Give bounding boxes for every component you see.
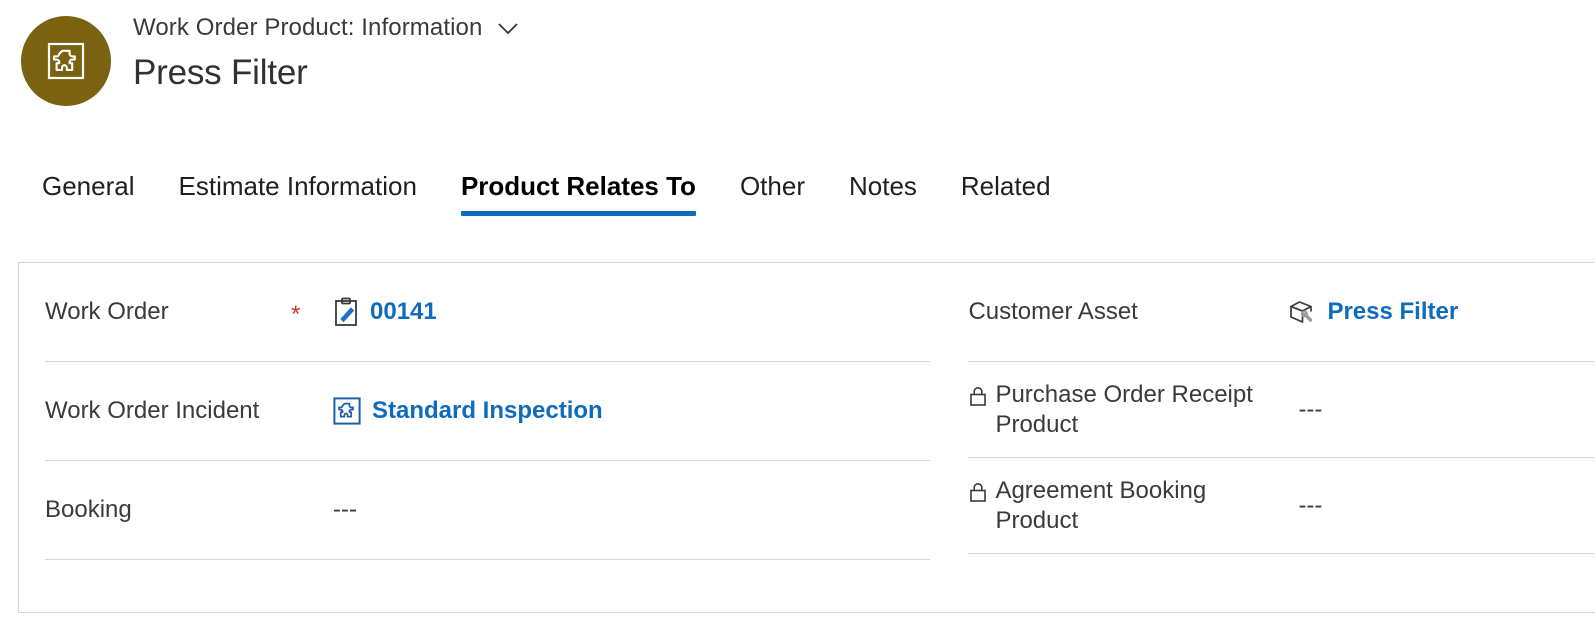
required-marker: * [291, 301, 301, 328]
field-value-work-order[interactable]: 00141 [333, 297, 437, 327]
work-order-link[interactable]: 00141 [370, 297, 437, 327]
active-tab-indicator [460, 211, 696, 216]
customer-asset-link[interactable]: Press Filter [1327, 297, 1458, 327]
page-title: Press Filter [133, 53, 308, 92]
tab-label: Estimate Information [178, 171, 417, 201]
field-row-agreement-booking-product: Agreement Booking Product --- [968, 458, 1595, 554]
tab-label: General [42, 171, 135, 201]
form-column-left: Work Order * 00141 Work Order Incident S… [19, 263, 931, 612]
field-value-agreement-booking-product: --- [1298, 491, 1323, 519]
required-marker-placeholder [291, 507, 333, 513]
chevron-down-icon[interactable] [495, 15, 521, 41]
field-row-booking: Booking --- [45, 461, 931, 560]
record-header: Work Order Product: Information Press Fi… [0, 0, 1595, 150]
field-value-booking[interactable]: --- [333, 495, 357, 525]
field-label-purchase-order-receipt-product: Purchase Order Receipt Product [968, 380, 1258, 440]
field-value-customer-asset[interactable]: Press Filter [1286, 297, 1458, 327]
field-label-work-order: Work Order [45, 298, 169, 325]
tab-product-relates-to[interactable]: Product Relates To [439, 166, 718, 216]
lock-icon [968, 385, 988, 415]
field-label-work-order-incident: Work Order Incident [45, 397, 260, 424]
incident-puzzle-icon [333, 397, 361, 425]
tab-label: Notes [848, 171, 917, 201]
record-avatar [21, 16, 111, 106]
field-row-purchase-order-receipt-product: Purchase Order Receipt Product --- [968, 362, 1595, 458]
field-row-work-order-incident: Work Order Incident Standard Inspection [45, 362, 931, 461]
entity-line: Work Order Product: Information [133, 12, 521, 44]
lock-icon [968, 481, 988, 511]
field-row-work-order: Work Order * 00141 [45, 263, 931, 362]
tab-label: Other [739, 171, 805, 201]
field-label-booking: Booking [45, 496, 132, 523]
field-label-agreement-booking-product: Agreement Booking Product [968, 476, 1258, 536]
field-label-text: Purchase Order Receipt Product [995, 380, 1253, 438]
customer-asset-box-icon [1286, 297, 1316, 327]
header-text-block: Work Order Product: Information Press Fi… [133, 12, 521, 94]
form-column-right: Customer Asset Press Filter Purchase Ord… [930, 263, 1595, 612]
tab-label: Product Relates To [460, 171, 696, 201]
tab-bar: General Estimate Information Product Rel… [0, 166, 1595, 228]
field-label-text: Customer Asset [968, 298, 1138, 325]
required-marker-placeholder [291, 408, 333, 414]
tab-other[interactable]: Other [718, 166, 827, 202]
field-value-work-order-incident[interactable]: Standard Inspection [333, 396, 603, 426]
tab-estimate-information[interactable]: Estimate Information [157, 166, 439, 202]
field-label-customer-asset: Customer Asset [968, 297, 1258, 327]
field-value-purchase-order-receipt-product: --- [1298, 395, 1323, 423]
product-puzzle-icon [44, 39, 88, 83]
field-row-customer-asset: Customer Asset Press Filter [968, 263, 1595, 362]
tab-related[interactable]: Related [939, 166, 1073, 202]
form-panel: Work Order * 00141 Work Order Incident S… [18, 262, 1595, 613]
work-order-clipboard-icon [333, 297, 359, 327]
tab-label: Related [960, 171, 1051, 201]
field-label-text: Agreement Booking Product [995, 476, 1207, 534]
entity-name-label: Work Order Product: Information [133, 14, 483, 41]
tab-general[interactable]: General [20, 166, 157, 202]
tab-notes[interactable]: Notes [827, 166, 939, 202]
work-order-incident-link[interactable]: Standard Inspection [372, 396, 603, 426]
